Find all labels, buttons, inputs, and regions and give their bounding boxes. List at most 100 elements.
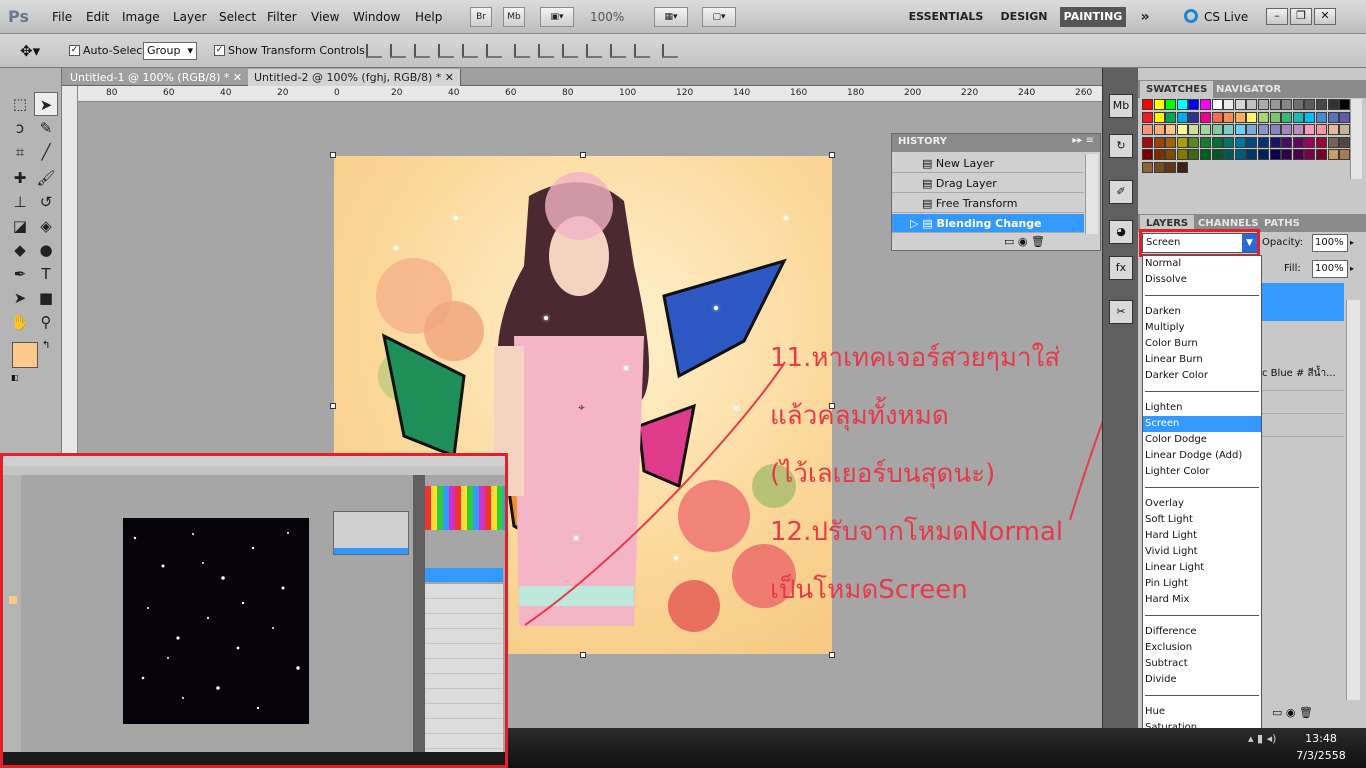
spot-healing-icon[interactable]: ✚ bbox=[8, 166, 32, 190]
blend-mode-option[interactable]: Subtract bbox=[1143, 656, 1261, 672]
blend-mode-option[interactable]: Color Burn bbox=[1143, 336, 1261, 352]
color-swatch[interactable] bbox=[1269, 149, 1281, 160]
blend-mode-option[interactable]: Darken bbox=[1143, 304, 1261, 320]
color-swatch[interactable] bbox=[1153, 136, 1165, 148]
color-swatch[interactable] bbox=[1165, 124, 1177, 135]
menu-help[interactable]: Help bbox=[415, 10, 442, 24]
color-swatch[interactable] bbox=[1165, 136, 1177, 148]
color-swatch[interactable] bbox=[1316, 149, 1327, 160]
align-vcenter-icon[interactable] bbox=[390, 44, 406, 58]
color-swatch[interactable] bbox=[1269, 111, 1281, 123]
align-bottom-icon[interactable] bbox=[414, 44, 430, 58]
color-swatch[interactable] bbox=[1246, 111, 1258, 123]
blend-mode-option[interactable]: Linear Light bbox=[1143, 560, 1261, 576]
arrange-icon[interactable]: ▦▾ bbox=[654, 7, 688, 27]
color-swatch[interactable] bbox=[1188, 124, 1200, 135]
styles-fx-icon[interactable]: fx bbox=[1109, 256, 1133, 280]
transform-handle-l[interactable] bbox=[330, 403, 336, 409]
color-swatch[interactable] bbox=[1234, 149, 1246, 160]
menu-layer[interactable]: Layer bbox=[173, 10, 206, 24]
blend-mode-option[interactable]: Hue bbox=[1143, 704, 1261, 720]
color-swatch[interactable] bbox=[1327, 136, 1339, 148]
color-swatch[interactable] bbox=[1176, 99, 1188, 110]
fill-input[interactable]: 100% bbox=[1312, 260, 1348, 278]
color-swatch[interactable] bbox=[1165, 149, 1177, 160]
menu-file[interactable]: File bbox=[52, 10, 72, 24]
color-swatch[interactable] bbox=[1269, 124, 1281, 135]
tab-navigator[interactable]: NAVIGATOR bbox=[1210, 81, 1287, 98]
clock-time[interactable]: 13:48 bbox=[1296, 732, 1346, 745]
color-swatch[interactable] bbox=[1327, 124, 1339, 135]
screen-mode-icon[interactable]: ▢▾ bbox=[702, 7, 736, 27]
clock-date[interactable]: 7/3/2558 bbox=[1288, 749, 1354, 762]
history-scrollbar[interactable] bbox=[1085, 154, 1098, 234]
chevron-right-icon[interactable]: ▸ bbox=[1350, 234, 1360, 252]
tab-swatches[interactable]: SWATCHES bbox=[1140, 81, 1214, 98]
color-swatch[interactable] bbox=[1188, 99, 1200, 110]
default-colors-icon[interactable]: ◧ bbox=[11, 373, 19, 382]
history-item[interactable]: ▤ New Layer bbox=[892, 154, 1084, 173]
menu-image[interactable]: Image bbox=[122, 10, 160, 24]
auto-select-dropdown[interactable]: Group ▾ bbox=[143, 42, 197, 60]
color-swatch[interactable] bbox=[1304, 111, 1316, 123]
color-swatch[interactable] bbox=[1188, 111, 1200, 123]
color-swatch[interactable] bbox=[1176, 136, 1188, 148]
clone-stamp-icon[interactable]: ⊥ bbox=[8, 190, 32, 214]
menu-select[interactable]: Select bbox=[219, 10, 256, 24]
workspace-painting[interactable]: PAINTING bbox=[1060, 7, 1126, 27]
color-swatch[interactable] bbox=[1281, 111, 1293, 123]
blend-mode-option[interactable]: Hard Light bbox=[1143, 528, 1261, 544]
brush-presets-icon[interactable]: ✐ bbox=[1109, 180, 1133, 204]
blend-mode-option[interactable]: Difference bbox=[1143, 624, 1261, 640]
color-swatch[interactable] bbox=[1339, 136, 1351, 148]
workspace-design[interactable]: DESIGN bbox=[996, 7, 1052, 27]
dodge-tool-icon[interactable]: ● bbox=[34, 238, 58, 262]
minimize-button[interactable]: – bbox=[1266, 8, 1288, 25]
distribute-bottom-icon[interactable] bbox=[562, 44, 578, 58]
blend-mode-option[interactable]: Normal bbox=[1143, 256, 1261, 272]
color-swatch[interactable] bbox=[1153, 149, 1165, 160]
color-swatch[interactable] bbox=[1200, 111, 1211, 123]
color-swatch[interactable] bbox=[1339, 124, 1351, 135]
swatch-scrollbar[interactable] bbox=[1350, 99, 1362, 179]
color-swatch[interactable] bbox=[1327, 99, 1339, 110]
align-right-icon[interactable] bbox=[486, 44, 502, 58]
blend-mode-option[interactable]: Vivid Light bbox=[1143, 544, 1261, 560]
color-swatch[interactable] bbox=[1258, 124, 1269, 135]
color-swatch[interactable] bbox=[1234, 99, 1246, 110]
color-swatch[interactable] bbox=[1258, 111, 1269, 123]
panel-menu-icon[interactable]: ▸▸ ≡ bbox=[1072, 135, 1094, 146]
blend-mode-option[interactable]: Dissolve bbox=[1143, 272, 1261, 288]
tab-untitled-2[interactable]: Untitled-2 @ 100% (fghj, RGB/8) * ✕ bbox=[248, 69, 462, 86]
color-swatch[interactable] bbox=[1176, 149, 1188, 160]
history-item-selected[interactable]: ▷ ▤ Blending Change bbox=[892, 214, 1084, 233]
blend-mode-option[interactable]: Exclusion bbox=[1143, 640, 1261, 656]
distribute-hcenter-icon[interactable] bbox=[610, 44, 626, 58]
align-hcenter-icon[interactable] bbox=[462, 44, 478, 58]
cs-live-icon[interactable] bbox=[1184, 9, 1198, 23]
color-swatch[interactable] bbox=[1316, 136, 1327, 148]
swatch-grid[interactable] bbox=[1142, 99, 1351, 195]
tab-untitled-1[interactable]: Untitled-1 @ 100% (RGB/8) * ✕ bbox=[64, 69, 250, 86]
color-swatch[interactable] bbox=[1176, 111, 1188, 123]
color-swatch[interactable] bbox=[1223, 136, 1235, 148]
color-swatch[interactable] bbox=[1223, 149, 1235, 160]
close-icon[interactable]: ✕ bbox=[233, 71, 242, 84]
color-swatch[interactable] bbox=[1153, 99, 1165, 110]
blend-mode-option[interactable]: Linear Dodge (Add) bbox=[1143, 448, 1261, 464]
hand-tool-icon[interactable]: ✋ bbox=[8, 310, 32, 334]
color-swatch[interactable] bbox=[1246, 149, 1258, 160]
pen-tool-icon[interactable]: ✒ bbox=[8, 262, 32, 286]
blend-mode-option[interactable]: Lighten bbox=[1143, 400, 1261, 416]
transform-handle-br[interactable] bbox=[829, 652, 835, 658]
color-swatch[interactable] bbox=[1304, 136, 1316, 148]
color-swatch[interactable] bbox=[1339, 111, 1351, 123]
color-swatch[interactable] bbox=[1234, 136, 1246, 148]
crop-tool-icon[interactable]: ⌗ bbox=[8, 140, 32, 164]
color-swatch[interactable] bbox=[1200, 149, 1211, 160]
bridge-button[interactable]: Br bbox=[470, 7, 492, 27]
color-swatch[interactable] bbox=[1223, 99, 1235, 110]
color-swatch[interactable] bbox=[1316, 111, 1327, 123]
color-swatch[interactable] bbox=[1292, 111, 1304, 123]
color-swatch[interactable] bbox=[1142, 111, 1153, 123]
